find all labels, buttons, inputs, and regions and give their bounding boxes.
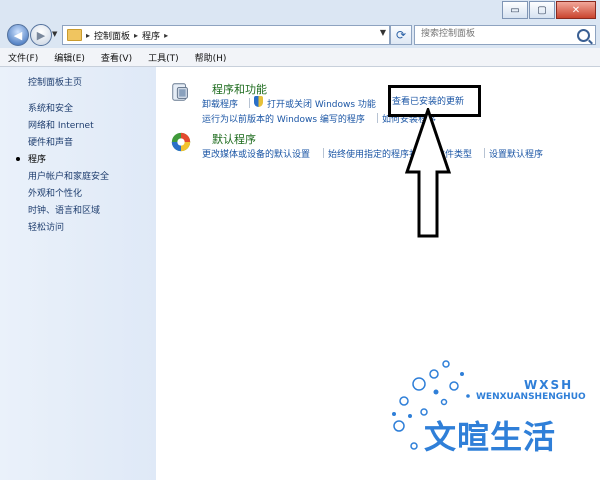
chevron-right-icon[interactable]: ▸ — [164, 31, 168, 40]
windows-features-link[interactable]: 打开或关闭 Windows 功能 — [267, 97, 376, 110]
arrow-right-icon: ▶ — [36, 28, 46, 42]
change-media-defaults-link[interactable]: 更改媒体或设备的默认设置 — [202, 147, 310, 160]
sidebar-item-programs[interactable]: 程序 — [28, 152, 109, 169]
window-titlebar: ▭ ▢ ✕ — [0, 0, 600, 22]
link-separator — [377, 113, 378, 123]
back-button[interactable]: ◀ — [7, 24, 29, 46]
default-programs-icon — [171, 132, 191, 152]
link-separator — [484, 148, 485, 158]
breadcrumb-control-panel[interactable]: 控制面板 — [94, 29, 130, 42]
programs-features-title[interactable]: 程序和功能 — [212, 81, 267, 97]
window-controls: ▭ ▢ ✕ — [502, 1, 596, 19]
menu-tools[interactable]: 工具(T) — [140, 51, 187, 64]
uninstall-program-link[interactable]: 卸载程序 — [202, 97, 238, 110]
sidebar-item-appearance[interactable]: 外观和个性化 — [28, 186, 109, 203]
maximize-button[interactable]: ▢ — [529, 1, 555, 19]
sidebar-item-system-security[interactable]: 系统和安全 — [28, 101, 109, 118]
default-programs-title[interactable]: 默认程序 — [212, 131, 256, 147]
sidebar: 控制面板主页 系统和安全 网络和 Internet 硬件和声音 程序 用户帐户和… — [0, 67, 156, 480]
view-installed-updates-link[interactable]: 查看已安装的更新 — [392, 94, 464, 107]
chevron-right-icon[interactable]: ▸ — [134, 31, 138, 40]
sidebar-list: 系统和安全 网络和 Internet 硬件和声音 程序 用户帐户和家庭安全 外观… — [28, 101, 109, 237]
menu-view[interactable]: 查看(V) — [93, 51, 140, 64]
programs-features-icon — [172, 83, 188, 101]
sidebar-item-clock-region[interactable]: 时钟、语言和区域 — [28, 203, 109, 220]
search-icon[interactable] — [577, 29, 590, 42]
watermark-latin: WENXUANSHENGHUO — [476, 392, 586, 402]
link-separator — [249, 98, 250, 108]
active-bullet-icon — [16, 157, 20, 161]
search-box[interactable] — [414, 25, 596, 45]
chevron-right-icon[interactable]: ▸ — [86, 31, 90, 40]
arrow-left-icon: ◀ — [13, 28, 23, 42]
sidebar-item-ease-of-access[interactable]: 轻松访问 — [28, 220, 109, 237]
search-input[interactable] — [415, 26, 577, 42]
menu-file[interactable]: 文件(F) — [0, 51, 46, 64]
minimize-button[interactable]: ▭ — [502, 1, 528, 19]
sidebar-item-network[interactable]: 网络和 Internet — [28, 118, 109, 135]
sidebar-item-user-accounts[interactable]: 用户帐户和家庭安全 — [28, 169, 109, 186]
menu-bar: 文件(F) 编辑(E) 查看(V) 工具(T) 帮助(H) — [0, 48, 600, 67]
breadcrumb-programs[interactable]: 程序 — [142, 29, 160, 42]
refresh-icon: ⟳ — [395, 28, 407, 42]
annotation-up-arrow-icon — [404, 108, 452, 238]
history-dropdown-icon[interactable]: ▼ — [52, 30, 57, 38]
run-older-programs-link[interactable]: 运行为以前版本的 Windows 编写的程序 — [202, 112, 365, 125]
control-panel-folder-icon — [67, 29, 82, 41]
sidebar-item-hardware-sound[interactable]: 硬件和声音 — [28, 135, 109, 152]
uac-shield-icon — [254, 96, 263, 107]
watermark-wxsh: WXSH — [524, 378, 574, 392]
link-separator — [323, 148, 324, 158]
address-dropdown-icon[interactable]: ▼ — [380, 28, 386, 37]
menu-edit[interactable]: 编辑(E) — [46, 51, 93, 64]
watermark-chinese: 文暄生活 — [424, 418, 557, 456]
navigation-bar: ◀ ▶ ▼ ▸ 控制面板 ▸ 程序 ▸ ▼ ⟳ — [0, 22, 600, 48]
forward-button[interactable]: ▶ — [30, 24, 52, 46]
watermark-logo: WXSH WENXUANSHENGHUO 文暄生活 — [384, 356, 590, 474]
menu-help[interactable]: 帮助(H) — [187, 51, 235, 64]
sidebar-home-link[interactable]: 控制面板主页 — [28, 75, 82, 88]
set-default-programs-link[interactable]: 设置默认程序 — [489, 147, 543, 160]
refresh-button[interactable]: ⟳ — [390, 25, 412, 45]
close-button[interactable]: ✕ — [556, 1, 596, 19]
address-bar[interactable]: ▸ 控制面板 ▸ 程序 ▸ ▼ — [62, 25, 390, 45]
